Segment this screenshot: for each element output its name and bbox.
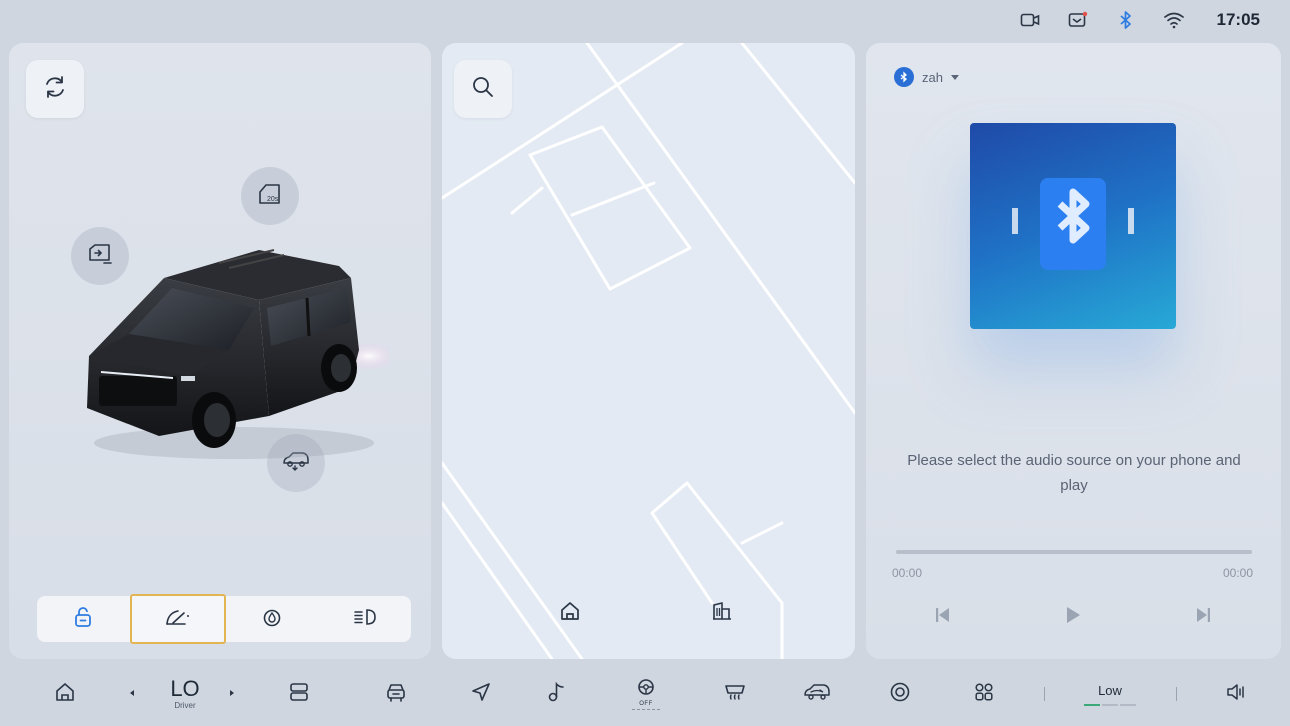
playback-controls xyxy=(866,600,1281,634)
fan-separator-left xyxy=(1040,662,1048,726)
play-icon xyxy=(1064,605,1082,630)
media-panel: zah Please select the audio source on yo… xyxy=(866,43,1281,659)
chevron-down-icon xyxy=(950,68,959,86)
fan-level: Low xyxy=(1098,682,1122,698)
heat-level-indicator xyxy=(632,709,660,710)
rear-defrost-button[interactable] xyxy=(720,662,750,726)
next-icon xyxy=(1194,605,1212,630)
company-shortcut-button[interactable] xyxy=(702,593,742,633)
vehicle-image xyxy=(69,238,397,473)
bottom-dock: LO Driver OFF Low xyxy=(0,662,1290,726)
bluetooth-source-icon xyxy=(894,67,914,87)
rear-defrost-icon xyxy=(723,681,747,708)
home-shortcut-button[interactable] xyxy=(550,593,590,633)
air-circulation-button[interactable] xyxy=(799,662,835,726)
fan-speed-control[interactable]: Low xyxy=(1080,662,1140,726)
map-panel[interactable] xyxy=(442,43,855,659)
lock-button[interactable] xyxy=(37,596,130,642)
lock-icon xyxy=(72,606,94,633)
temperature-zone: Driver xyxy=(174,701,196,710)
camera-360-button[interactable] xyxy=(885,662,915,726)
message-icon[interactable] xyxy=(1067,9,1089,31)
previous-button[interactable] xyxy=(926,600,960,634)
quick-control-bar xyxy=(37,594,412,644)
audio-source-hint: Please select the audio source on your p… xyxy=(907,452,1241,494)
refresh-button[interactable] xyxy=(26,60,84,118)
apps-icon xyxy=(973,681,995,708)
svg-text:20s: 20s xyxy=(267,196,279,203)
car-button[interactable] xyxy=(381,662,411,726)
progress-bar[interactable] xyxy=(896,550,1252,554)
previous-icon xyxy=(934,605,952,630)
headlight-button[interactable] xyxy=(319,596,412,642)
camera-360-icon xyxy=(889,681,911,708)
apps-button[interactable] xyxy=(969,662,999,726)
temp-up-icon xyxy=(228,685,236,703)
company-icon xyxy=(711,600,733,627)
volume-button[interactable] xyxy=(1221,662,1251,726)
headlight-icon xyxy=(353,607,377,632)
car-icon xyxy=(385,681,407,708)
bluetooth-icon[interactable] xyxy=(1115,9,1137,31)
next-button[interactable] xyxy=(1186,600,1220,634)
navigation-button[interactable] xyxy=(466,662,496,726)
music-button[interactable] xyxy=(541,662,571,726)
map-roads xyxy=(442,43,855,659)
bluetooth-icon xyxy=(998,164,1148,289)
steering-heat-icon xyxy=(635,678,657,701)
volume-icon xyxy=(1225,682,1247,707)
steering-heat-button[interactable]: OFF xyxy=(620,662,672,726)
temp-up-button[interactable] xyxy=(222,662,242,726)
wiper-icon xyxy=(164,607,192,632)
wifi-icon[interactable] xyxy=(1163,9,1185,31)
clock: 17:05 xyxy=(1216,10,1260,29)
seat-control-icon xyxy=(288,681,310,708)
camera-icon[interactable] xyxy=(1019,9,1041,31)
fuel-icon xyxy=(262,606,282,633)
search-button[interactable] xyxy=(454,60,512,118)
fan-separator-right xyxy=(1172,662,1180,726)
door-timer-button[interactable]: 20s xyxy=(241,167,299,225)
fuel-button[interactable] xyxy=(226,596,319,642)
temp-down-button[interactable] xyxy=(122,662,142,726)
home-icon xyxy=(559,600,581,627)
wiper-button[interactable] xyxy=(129,594,226,644)
air-circulation-icon xyxy=(802,682,832,707)
status-bar: 17:05 xyxy=(0,0,1290,40)
fan-level-indicator xyxy=(1084,703,1136,706)
home-button[interactable] xyxy=(50,662,80,726)
navigation-icon xyxy=(470,681,492,708)
home-icon xyxy=(54,681,76,708)
map-shortcut-bar xyxy=(442,579,855,659)
temp-down-icon xyxy=(128,685,136,703)
driver-temperature[interactable]: LO Driver xyxy=(160,662,210,726)
music-icon xyxy=(545,681,567,708)
vehicle-control-panel: 20s xyxy=(9,43,431,659)
source-name: zah xyxy=(922,69,943,85)
total-time: 00:00 xyxy=(1222,566,1253,580)
door-timer-icon: 20s xyxy=(255,181,285,212)
steering-heat-status: OFF xyxy=(639,701,653,707)
seat-control-button[interactable] xyxy=(284,662,314,726)
play-button[interactable] xyxy=(1056,600,1090,634)
search-icon xyxy=(471,75,495,104)
audio-source-selector[interactable]: zah xyxy=(894,67,959,87)
refresh-icon xyxy=(42,74,68,105)
album-cover xyxy=(970,123,1176,329)
elapsed-time: 00:00 xyxy=(892,566,923,580)
temperature-value: LO xyxy=(170,676,200,701)
